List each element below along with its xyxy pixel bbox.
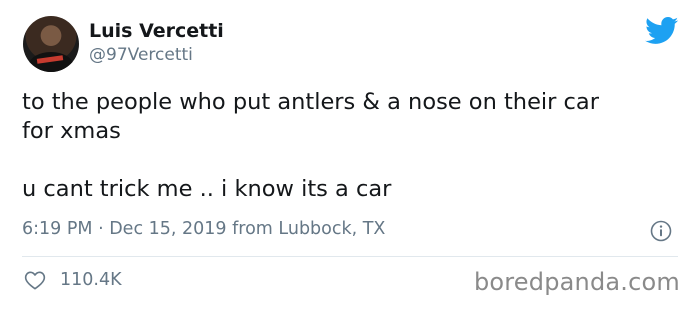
heart-icon[interactable] bbox=[24, 270, 46, 290]
author-display-name[interactable]: Luis Vercetti bbox=[89, 20, 224, 42]
like-count: 110.4K bbox=[60, 270, 122, 290]
like-action[interactable]: 110.4K bbox=[24, 270, 122, 290]
tweet-text: to the people who put antlers & a nose o… bbox=[22, 89, 599, 202]
watermark: boredpanda.com bbox=[473, 268, 680, 296]
author-handle[interactable]: @97Vercetti bbox=[89, 45, 193, 65]
avatar-shirt bbox=[29, 52, 73, 72]
divider bbox=[22, 256, 678, 257]
tweet-timestamp-location[interactable]: 6:19 PM · Dec 15, 2019 from Lubbock, TX bbox=[22, 219, 385, 239]
twitter-bird-icon[interactable] bbox=[645, 17, 679, 45]
info-icon[interactable] bbox=[650, 220, 672, 242]
avatar[interactable] bbox=[23, 16, 79, 72]
